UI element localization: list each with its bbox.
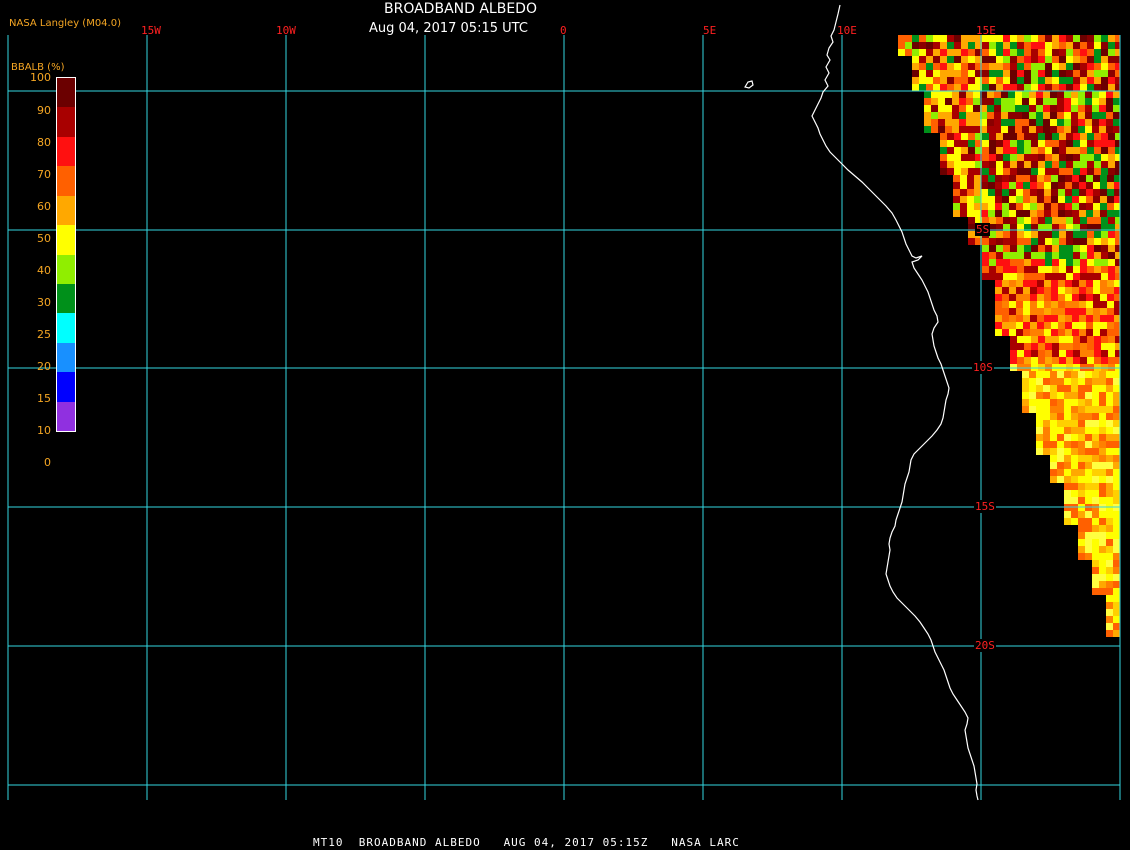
footer-caption: MT10 BROADBAND ALBEDO AUG 04, 2017 05:15… bbox=[313, 836, 740, 849]
colorbar-tick-label: 0 bbox=[44, 456, 51, 469]
island bbox=[744, 80, 754, 89]
colorbar-segment bbox=[57, 372, 75, 403]
colorbar-tick-label: 10 bbox=[37, 424, 51, 437]
colorbar bbox=[56, 77, 76, 432]
lon-label-10e: 10E bbox=[837, 24, 857, 37]
lon-label-10w: 10W bbox=[276, 24, 296, 37]
lon-label-0: 0 bbox=[560, 24, 567, 37]
lon-label-5e: 5E bbox=[703, 24, 717, 37]
colorbar-tick-label: 40 bbox=[37, 264, 51, 277]
colorbar-tick-label: 80 bbox=[37, 136, 51, 149]
colorbar-tick-label: 30 bbox=[37, 296, 51, 309]
lat-label-15s: 15S bbox=[974, 500, 996, 513]
colorbar-segment bbox=[57, 401, 75, 432]
colorbar-segment bbox=[57, 195, 75, 226]
map-title: BROADBAND ALBEDO bbox=[384, 1, 537, 17]
lon-label-15e: 15E bbox=[976, 24, 996, 37]
lat-label-10s: 10S bbox=[972, 361, 994, 374]
colorbar-segment bbox=[57, 254, 75, 285]
colorbar-tick-label: 15 bbox=[37, 392, 51, 405]
lat-label-5s: 5S bbox=[975, 223, 991, 236]
albedo-map bbox=[7, 4, 1121, 801]
colorbar-tick-label: 20 bbox=[37, 360, 51, 373]
colorbar-tick-label: 60 bbox=[37, 200, 51, 213]
colorbar-segment bbox=[57, 107, 75, 138]
colorbar-segment bbox=[57, 342, 75, 373]
colorbar-tick-label: 100 bbox=[30, 71, 51, 84]
colorbar-tick-label: 50 bbox=[37, 232, 51, 245]
colorbar-segment bbox=[57, 313, 75, 344]
colorbar-segment bbox=[57, 225, 75, 255]
colorbar-segment bbox=[57, 78, 75, 108]
data-source-label: NASA Langley (M04.0) bbox=[9, 18, 121, 29]
lon-label-15w: 15W bbox=[141, 24, 161, 37]
colorbar-segment bbox=[57, 283, 75, 314]
map-datetime: Aug 04, 2017 05:15 UTC bbox=[369, 21, 528, 36]
lat-label-20s: 20S bbox=[974, 639, 996, 652]
colorbar-tick-label: 70 bbox=[37, 168, 51, 181]
colorbar-tick-label: 25 bbox=[37, 328, 51, 341]
colorbar-segment bbox=[57, 136, 75, 167]
colorbar-tick-label: 90 bbox=[37, 104, 51, 117]
colorbar-segment bbox=[57, 166, 75, 197]
cloud-albedo-field bbox=[898, 35, 1120, 637]
